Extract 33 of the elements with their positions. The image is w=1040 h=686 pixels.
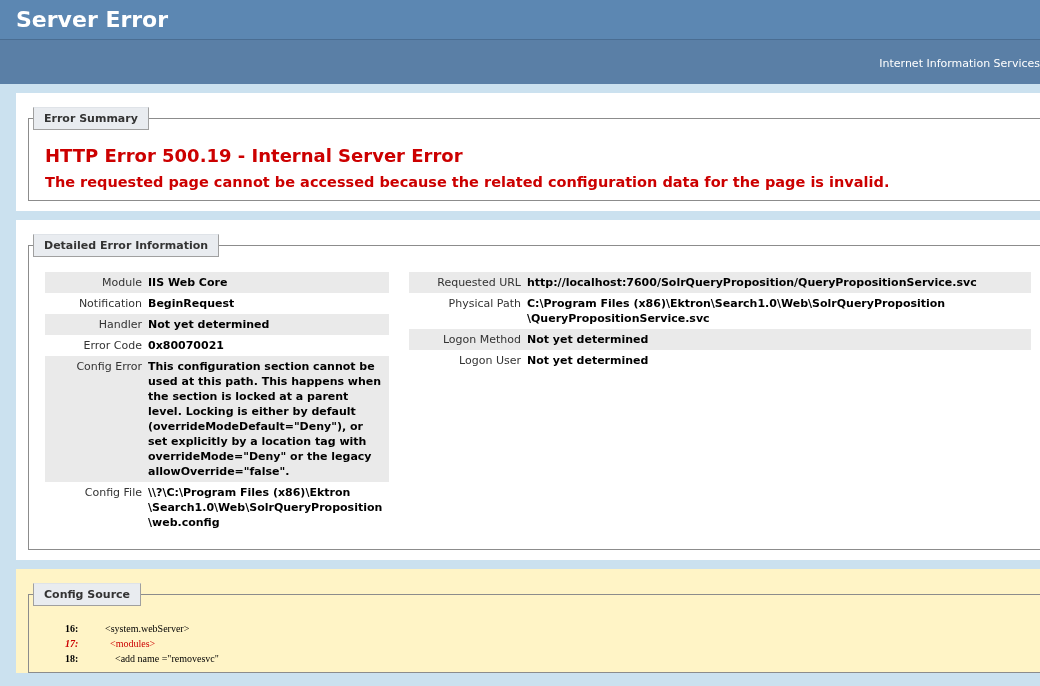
code-text: <system.webServer> — [105, 623, 190, 634]
field-label: Logon Method — [441, 332, 522, 347]
section-legend: Config Source — [33, 583, 142, 606]
field-value: Not yet determined — [527, 332, 650, 347]
field-label: Module — [101, 275, 143, 290]
field-value: This configuration section cannot be used at this path. This happens when the section is locked at a parent level. Locking is either by default (overrideModeDefault="Deny"), or set explicitly by a location tag with overrideMode="Deny" or the legacy allowOverride="false". — [148, 359, 383, 479]
code-text: <modules> — [109, 638, 156, 649]
field-value: Not yet determined — [527, 353, 650, 368]
section-legend: Error Summary — [33, 107, 149, 130]
field-label: Error Code — [82, 338, 143, 353]
field-value: IIS Web Core — [148, 275, 229, 290]
field-label: Notification — [77, 296, 143, 311]
server-name: Internet Information Services — [879, 55, 1040, 70]
field-value: C:\Program Files (x86)\Ektron\Search1.0\Web\SolrQueryProposition\QueryPropositionService.svc — [527, 296, 947, 326]
field-label: Requested URL — [436, 275, 522, 290]
field-value: Not yet determined — [148, 317, 271, 332]
code-text: <add name ="removesvc" — [114, 653, 219, 664]
field-label: Config Error — [75, 359, 143, 374]
line-number: 18: — [65, 653, 80, 664]
field-value: 0x80070021 — [148, 338, 225, 353]
field-label: Config File — [83, 485, 143, 500]
line-number: 17: — [65, 638, 80, 649]
section-legend: Detailed Error Information — [33, 234, 220, 257]
field-value: BeginRequest — [148, 296, 236, 311]
line-number: 16: — [65, 623, 80, 634]
page-title: Server Error — [16, 7, 169, 32]
field-label: Handler — [97, 317, 143, 332]
error-message: The requested page cannot be accessed because the related configuration data for the page is invalid. — [45, 174, 891, 190]
field-label: Logon User — [458, 353, 522, 368]
field-value: http://localhost:7600/SolrQueryProposition/QueryPropositionService.svc — [527, 275, 978, 290]
error-heading: HTTP Error 500.19 - Internal Server Error — [45, 145, 464, 166]
field-value: \\?\C:\Program Files (x86)\Ektron\Search1.0\Web\SolrQueryProposition\web.config — [148, 485, 384, 530]
field-label: Physical Path — [447, 296, 522, 311]
